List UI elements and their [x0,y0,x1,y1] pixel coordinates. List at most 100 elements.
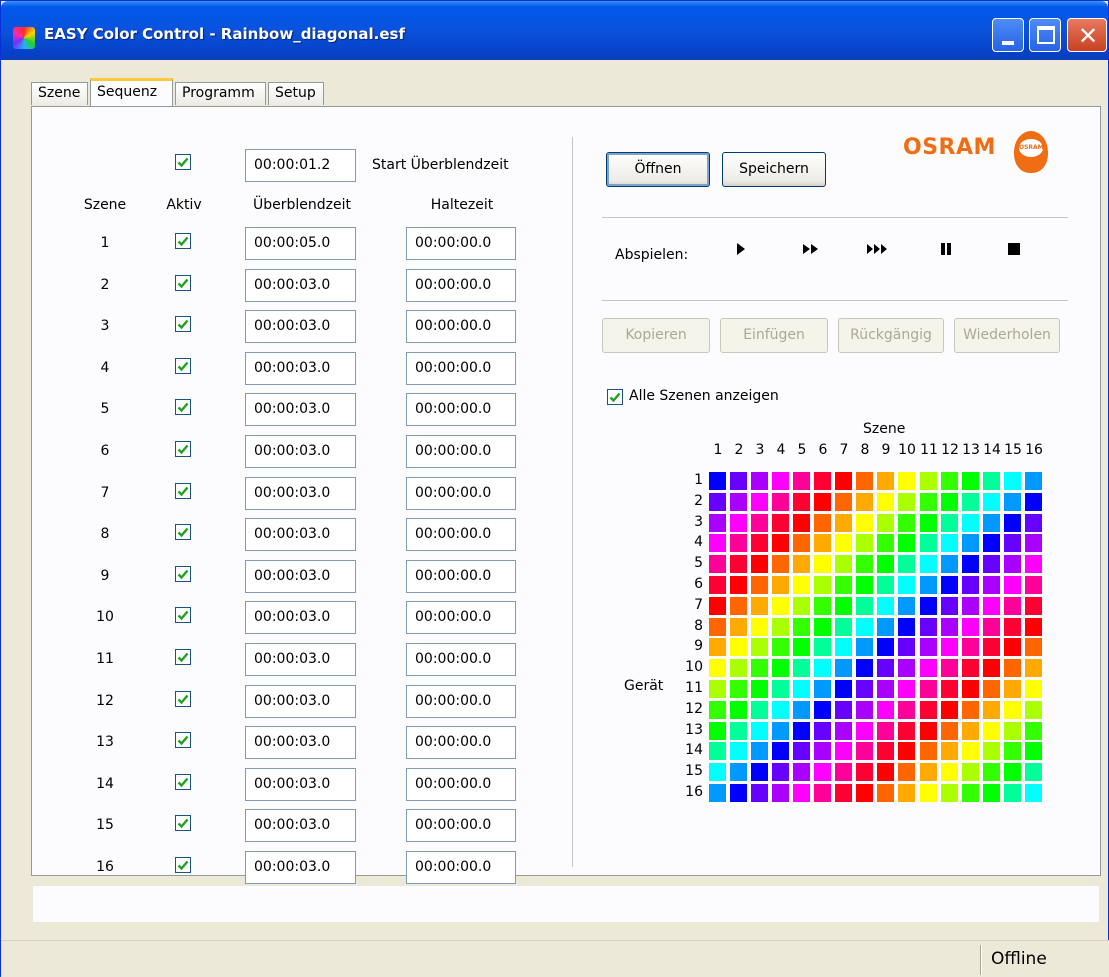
matrix-cell[interactable] [709,701,726,719]
matrix-cell[interactable] [835,493,852,511]
matrix-cell[interactable] [877,638,894,656]
matrix-cell[interactable] [962,555,979,573]
matrix-cell[interactable] [793,701,810,719]
matrix-cell[interactable] [877,701,894,719]
matrix-cell[interactable] [709,555,726,573]
matrix-cell[interactable] [920,555,937,573]
matrix-cell[interactable] [772,763,789,781]
matrix-cell[interactable] [983,763,1000,781]
matrix-cell[interactable] [751,659,768,677]
matrix-cell[interactable] [793,659,810,677]
matrix-cell[interactable] [898,638,915,656]
matrix-cell[interactable] [877,618,894,636]
matrix-cell[interactable] [877,555,894,573]
matrix-cell[interactable] [751,597,768,615]
matrix-cell[interactable] [898,680,915,698]
hold-time-field[interactable]: 00:00:00.0 [406,352,516,385]
matrix-cell[interactable] [920,534,937,552]
paste-button[interactable]: Einfügen [720,318,828,353]
scene-active-checkbox[interactable] [175,524,191,540]
matrix-cell[interactable] [835,514,852,532]
matrix-cell[interactable] [856,514,873,532]
matrix-cell[interactable] [814,576,831,594]
fade-time-field[interactable]: 00:00:03.0 [245,269,356,302]
hold-time-field[interactable]: 00:00:00.0 [406,227,516,260]
matrix-cell[interactable] [730,597,747,615]
show-all-scenes-checkbox[interactable] [607,389,623,405]
matrix-cell[interactable] [835,597,852,615]
matrix-cell[interactable] [835,763,852,781]
matrix-cell[interactable] [709,680,726,698]
maximize-button[interactable] [1029,18,1061,52]
matrix-cell[interactable] [877,472,894,490]
fade-time-field[interactable]: 00:00:03.0 [245,352,356,385]
fade-time-field[interactable]: 00:00:03.0 [245,685,356,718]
fade-time-field[interactable]: 00:00:03.0 [245,768,356,801]
matrix-cell[interactable] [835,555,852,573]
matrix-cell[interactable] [1004,784,1021,802]
matrix-cell[interactable] [898,576,915,594]
matrix-cell[interactable] [877,514,894,532]
matrix-cell[interactable] [709,576,726,594]
scene-active-checkbox[interactable] [175,441,191,457]
matrix-cell[interactable] [898,534,915,552]
matrix-cell[interactable] [772,659,789,677]
matrix-cell[interactable] [877,659,894,677]
matrix-cell[interactable] [814,638,831,656]
matrix-cell[interactable] [983,742,1000,760]
matrix-cell[interactable] [920,659,937,677]
fade-time-field[interactable]: 00:00:03.0 [245,643,356,676]
matrix-cell[interactable] [983,618,1000,636]
matrix-cell[interactable] [1025,472,1042,490]
matrix-cell[interactable] [983,534,1000,552]
matrix-cell[interactable] [941,555,958,573]
matrix-cell[interactable] [920,493,937,511]
matrix-cell[interactable] [751,576,768,594]
scene-active-checkbox[interactable] [175,233,191,249]
fade-time-field[interactable]: 00:00:03.0 [245,560,356,593]
matrix-cell[interactable] [920,576,937,594]
hold-time-field[interactable]: 00:00:00.0 [406,560,516,593]
close-button[interactable]: ✕ [1067,18,1107,52]
undo-button[interactable]: Rückgängig [838,318,944,353]
matrix-cell[interactable] [898,763,915,781]
matrix-cell[interactable] [814,659,831,677]
matrix-cell[interactable] [751,701,768,719]
matrix-cell[interactable] [772,555,789,573]
matrix-cell[interactable] [1004,576,1021,594]
scene-active-checkbox[interactable] [175,774,191,790]
matrix-cell[interactable] [835,784,852,802]
matrix-cell[interactable] [1025,680,1042,698]
matrix-cell[interactable] [962,742,979,760]
matrix-cell[interactable] [730,618,747,636]
scene-active-checkbox[interactable] [175,691,191,707]
matrix-cell[interactable] [877,680,894,698]
matrix-cell[interactable] [772,742,789,760]
tab-szene[interactable]: Szene [31,82,88,105]
matrix-cell[interactable] [962,514,979,532]
matrix-cell[interactable] [1004,618,1021,636]
matrix-cell[interactable] [877,763,894,781]
matrix-cell[interactable] [1004,472,1021,490]
matrix-cell[interactable] [877,576,894,594]
matrix-cell[interactable] [772,493,789,511]
matrix-cell[interactable] [983,472,1000,490]
matrix-cell[interactable] [709,659,726,677]
matrix-cell[interactable] [983,722,1000,740]
matrix-cell[interactable] [941,701,958,719]
matrix-cell[interactable] [793,742,810,760]
matrix-cell[interactable] [1025,618,1042,636]
fade-time-field[interactable]: 00:00:05.0 [245,227,356,260]
fade-time-field[interactable]: 00:00:03.0 [245,477,356,510]
matrix-cell[interactable] [962,618,979,636]
matrix-cell[interactable] [751,618,768,636]
matrix-cell[interactable] [1025,722,1042,740]
hold-time-field[interactable]: 00:00:00.0 [406,435,516,468]
matrix-cell[interactable] [1025,763,1042,781]
matrix-cell[interactable] [898,618,915,636]
matrix-cell[interactable] [1004,680,1021,698]
open-button[interactable]: Öffnen [606,152,710,187]
matrix-cell[interactable] [709,618,726,636]
matrix-cell[interactable] [962,659,979,677]
matrix-cell[interactable] [835,701,852,719]
